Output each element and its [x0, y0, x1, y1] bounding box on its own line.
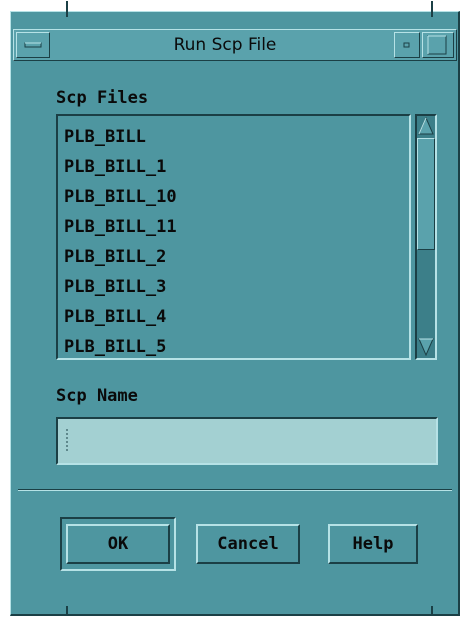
frame-resize-handle-top-right[interactable]	[431, 1, 433, 17]
cancel-button[interactable]: Cancel	[196, 524, 300, 564]
title-bar[interactable]: Run Scp File	[13, 29, 457, 61]
scp-files-list[interactable]: PLB_BILL PLB_BILL_1 PLB_BILL_10 PLB_BILL…	[56, 114, 411, 360]
scrollbar-thumb[interactable]	[417, 138, 435, 250]
button-separator	[18, 489, 452, 491]
list-item[interactable]: PLB_BILL_11	[64, 212, 177, 242]
scp-files-label: Scp Files	[56, 88, 149, 108]
maximize-button[interactable]	[422, 32, 454, 58]
help-button[interactable]: Help	[328, 524, 418, 564]
scroll-up-arrow-icon[interactable]	[418, 117, 434, 135]
list-item[interactable]: PLB_BILL	[64, 122, 177, 152]
dialog-body: Scp Files PLB_BILL PLB_BILL_1 PLB_BILL_1…	[18, 64, 452, 606]
maximize-icon	[427, 35, 447, 55]
scroll-down-arrow-icon[interactable]	[418, 338, 434, 356]
list-item[interactable]: PLB_BILL_4	[64, 302, 177, 332]
text-cursor-icon	[66, 429, 68, 451]
ok-button[interactable]: OK	[66, 524, 170, 564]
window-title: Run Scp File	[173, 35, 277, 55]
scp-files-items: PLB_BILL PLB_BILL_1 PLB_BILL_10 PLB_BILL…	[64, 122, 177, 362]
frame-resize-handle-top-left[interactable]	[66, 1, 68, 17]
minimize-icon	[403, 42, 410, 48]
scp-files-scrollbar[interactable]	[415, 114, 437, 360]
list-item[interactable]: PLB_BILL_3	[64, 272, 177, 302]
list-item[interactable]: PLB_BILL_1	[64, 152, 177, 182]
list-item[interactable]: PLB_BILL_5	[64, 332, 177, 362]
scp-name-label: Scp Name	[56, 386, 138, 406]
list-item[interactable]: PLB_BILL_10	[64, 182, 177, 212]
window-menu-button[interactable]	[16, 32, 50, 58]
list-item[interactable]: PLB_BILL_2	[64, 242, 177, 272]
minimize-button[interactable]	[394, 32, 420, 58]
window-menu-icon	[24, 42, 42, 48]
scp-name-input[interactable]	[56, 417, 438, 465]
